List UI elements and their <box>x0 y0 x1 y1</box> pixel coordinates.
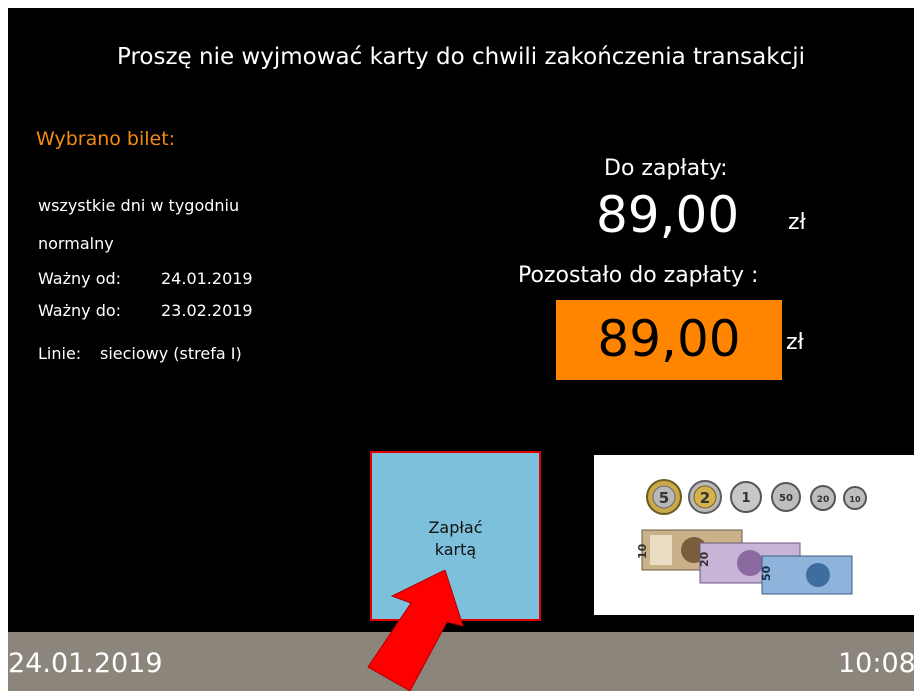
coin-2-icon: 2 <box>688 480 722 514</box>
valid-from-value: 24.01.2019 <box>161 269 253 288</box>
kiosk-screen: Proszę nie wyjmować karty do chwili zako… <box>8 8 914 632</box>
card-notice: Proszę nie wyjmować karty do chwili zako… <box>116 44 805 70</box>
coin-10-icon: 10 <box>843 486 867 510</box>
ticket-title: Wybrano bilet: <box>36 128 176 150</box>
pay-cash-panel[interactable]: 5 2 1 50 20 10 10 20 50 <box>594 455 914 615</box>
to-pay-amount: 89,00 <box>596 186 740 244</box>
remaining-amount-box: 89,00 <box>556 300 782 380</box>
banknote-20-label: 20 <box>698 551 711 567</box>
valid-from-label: Ważny od: <box>38 269 122 288</box>
banknote-50-label: 50 <box>760 565 773 581</box>
pay-by-card-line1: Zapłać <box>428 518 483 537</box>
remaining-currency: zł <box>786 330 804 355</box>
pay-by-card-label: Zapłać kartą <box>372 517 539 561</box>
banknote-10-label: 10 <box>636 543 649 559</box>
lines-value: sieciowy (strefa I) <box>100 344 242 363</box>
coin-10-label: 10 <box>849 495 861 504</box>
lines-label: Linie: <box>38 344 82 363</box>
coin-20-icon: 20 <box>810 485 836 511</box>
coin-50-label: 50 <box>779 493 793 504</box>
pointer-arrow-icon <box>367 570 464 691</box>
coin-20-label: 20 <box>817 495 830 505</box>
valid-to-value: 23.02.2019 <box>161 301 253 320</box>
to-pay-label: Do zapłaty: <box>604 156 728 181</box>
banknote-50-icon: 50 <box>760 555 853 595</box>
remaining-amount: 89,00 <box>597 310 741 368</box>
coin-1-icon: 1 <box>730 481 762 513</box>
status-date: 24.01.2019 <box>8 648 163 679</box>
ticket-type: normalny <box>38 234 114 253</box>
coin-5-label: 5 <box>659 489 669 507</box>
coin-2-label: 2 <box>700 489 710 507</box>
ticket-days: wszystkie dni w tygodniu <box>38 196 240 215</box>
cash-illustration: 5 2 1 50 20 10 10 20 50 <box>636 479 867 595</box>
pay-by-card-line2: kartą <box>434 540 477 559</box>
status-time: 10:08 <box>838 648 914 679</box>
coin-1-label: 1 <box>741 491 750 506</box>
remaining-label: Pozostało do zapłaty : <box>518 263 759 288</box>
valid-to-label: Ważny do: <box>38 301 122 320</box>
to-pay-currency: zł <box>788 210 806 235</box>
coin-5-icon: 5 <box>646 479 682 515</box>
coin-50-icon: 50 <box>771 482 801 512</box>
